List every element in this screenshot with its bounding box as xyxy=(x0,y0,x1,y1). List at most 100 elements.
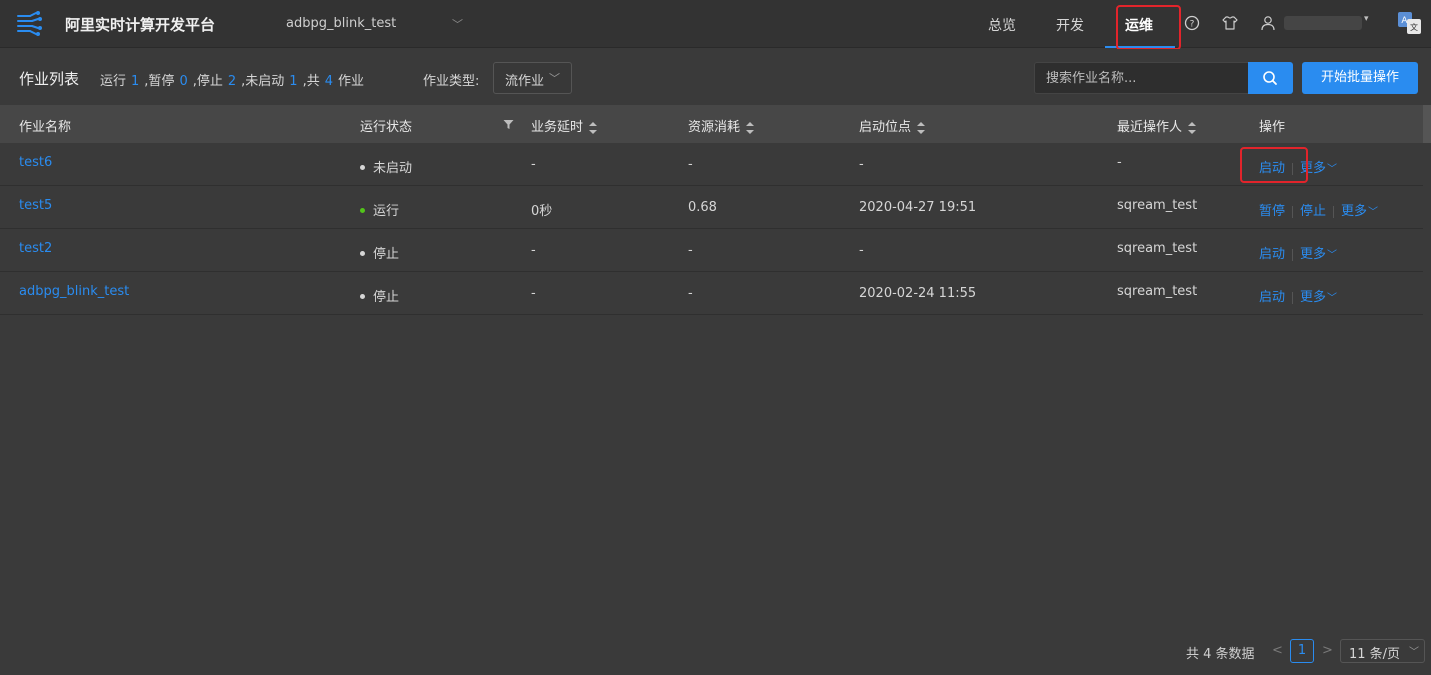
job-status: 运行 xyxy=(360,200,399,219)
more-actions-button[interactable]: 更多﹀ xyxy=(1341,204,1378,219)
job-actions: 启动 更多﹀ xyxy=(1259,286,1337,305)
job-resource: 0.68 xyxy=(688,200,717,215)
search-input[interactable] xyxy=(1034,62,1248,94)
action-divider xyxy=(1333,205,1335,218)
job-name-link[interactable]: adbpg_blink_test xyxy=(19,284,129,299)
job-type-select[interactable]: 流作业 ﹀ xyxy=(493,62,572,94)
stat-paused-label: ,暂停 xyxy=(144,74,175,89)
chevron-down-icon: ﹀ xyxy=(1327,164,1338,175)
job-status: 停止 xyxy=(360,286,399,305)
column-header-operator[interactable]: 最近操作人 xyxy=(1117,116,1197,135)
next-page-icon[interactable]: > xyxy=(1322,643,1333,658)
column-header-status: 运行状态 xyxy=(360,120,413,135)
action-divider xyxy=(1292,291,1294,304)
job-delay: 0秒 xyxy=(531,204,553,219)
pagination-total: 共 4 条数据 xyxy=(1186,647,1255,662)
more-actions-button[interactable]: 更多﹀ xyxy=(1300,290,1337,305)
start-job-button[interactable]: 启动 xyxy=(1259,247,1285,262)
stat-running-count: 1 xyxy=(131,74,140,89)
chevron-down-icon: ﹀ xyxy=(452,18,463,31)
theme-icon[interactable] xyxy=(1221,14,1239,32)
action-divider xyxy=(1292,205,1294,218)
column-header-resource[interactable]: 资源消耗 xyxy=(688,116,755,135)
chevron-down-icon: ﹀ xyxy=(1327,293,1338,304)
stop-job-button[interactable]: 停止 xyxy=(1300,204,1326,219)
project-selector[interactable]: adbpg_blink_test ﹀ xyxy=(286,16,466,31)
table-scrollbar[interactable] xyxy=(1423,105,1431,143)
job-name-link[interactable]: test2 xyxy=(19,241,52,256)
job-name-link[interactable]: test5 xyxy=(19,198,52,213)
pause-job-button[interactable]: 暂停 xyxy=(1259,204,1285,219)
stat-unit: 作业 xyxy=(337,74,364,89)
prev-page-icon[interactable]: < xyxy=(1272,643,1283,658)
status-dot xyxy=(360,208,365,213)
job-delay: - xyxy=(531,286,536,301)
page-size-select[interactable]: 11 条/页 ﹀ xyxy=(1340,639,1425,663)
chevron-down-icon: ﹀ xyxy=(1409,647,1419,658)
nav-develop[interactable]: 开发 xyxy=(1056,15,1084,35)
sort-icon[interactable] xyxy=(917,121,926,134)
filter-icon[interactable] xyxy=(503,119,514,130)
table-header: 作业名称 运行状态 业务延时 资源消耗 启动位点 最近操作人 操作 xyxy=(0,105,1423,143)
job-start-point: - xyxy=(859,157,864,172)
job-status: 停止 xyxy=(360,243,399,262)
batch-operation-button[interactable]: 开始批量操作 xyxy=(1302,62,1418,94)
user-name-redacted[interactable] xyxy=(1284,16,1362,30)
column-header-actions: 操作 xyxy=(1259,120,1286,135)
app-logo-icon[interactable] xyxy=(16,10,44,38)
job-operator: sqream_test xyxy=(1117,241,1198,256)
highlight-box-nav xyxy=(1116,5,1181,50)
job-status: 未启动 xyxy=(360,157,412,176)
table-row: test5 运行 0秒 0.68 2020-04-27 19:51 sqream… xyxy=(0,186,1423,229)
search-icon xyxy=(1263,71,1277,85)
start-job-button[interactable]: 启动 xyxy=(1259,290,1285,305)
help-icon[interactable]: ? xyxy=(1183,14,1201,32)
job-operator: sqream_test xyxy=(1117,198,1198,213)
action-divider xyxy=(1292,248,1294,261)
more-actions-button[interactable]: 更多﹀ xyxy=(1300,247,1337,262)
job-list-toolbar: 作业列表 运行 1 ,暂停 0 ,停止 2 ,未启动 1 ,共 4 作业 作业类型: 流作业 ﹀ 开… xyxy=(0,49,1431,105)
sort-icon[interactable] xyxy=(746,121,755,134)
highlight-box-start xyxy=(1240,147,1308,183)
nav-overview[interactable]: 总览 xyxy=(988,15,1016,35)
user-icon[interactable] xyxy=(1259,14,1277,32)
job-start-point: 2020-02-24 11:55 xyxy=(859,286,977,301)
sort-icon[interactable] xyxy=(589,121,598,134)
stat-not-started-count: 1 xyxy=(289,74,298,89)
search-button[interactable] xyxy=(1248,62,1293,94)
job-stats: 运行 1 ,暂停 0 ,停止 2 ,未启动 1 ,共 4 作业 xyxy=(100,70,364,89)
job-actions: 暂停 停止 更多﹀ xyxy=(1259,200,1378,219)
page-title: 作业列表 xyxy=(19,70,80,88)
job-resource: - xyxy=(688,157,693,172)
job-start-point: 2020-04-27 19:51 xyxy=(859,200,977,215)
job-delay: - xyxy=(531,243,536,258)
status-dot xyxy=(360,294,365,299)
page-size-value: 11 条/页 xyxy=(1349,647,1401,662)
stat-not-started-label: ,未启动 xyxy=(241,74,285,89)
caret-down-icon[interactable]: ▾ xyxy=(1364,14,1369,24)
column-header-start-point[interactable]: 启动位点 xyxy=(859,116,926,135)
stat-stopped-label: ,停止 xyxy=(192,74,223,89)
svg-text:A: A xyxy=(1401,16,1408,26)
job-resource: - xyxy=(688,243,693,258)
chevron-down-icon: ﹀ xyxy=(549,72,560,85)
page-number-current[interactable]: 1 xyxy=(1290,639,1314,663)
chevron-down-icon: ﹀ xyxy=(1368,207,1379,218)
svg-text:?: ? xyxy=(1190,20,1195,30)
chevron-down-icon: ﹀ xyxy=(1327,250,1338,261)
table-row: test6 未启动 - - - - 启动 更多﹀ xyxy=(0,143,1423,186)
top-bar: 阿里实时计算开发平台 adbpg_blink_test ﹀ 总览 开发 运维 ?… xyxy=(0,0,1431,50)
table-row: test2 停止 - - - sqream_test 启动 更多﹀ xyxy=(0,229,1423,272)
stat-paused-count: 0 xyxy=(179,74,188,89)
column-header-delay[interactable]: 业务延时 xyxy=(531,116,598,135)
job-operator: sqream_test xyxy=(1117,284,1198,299)
translate-icon[interactable]: A 文 xyxy=(1398,12,1422,34)
job-actions: 启动 更多﹀ xyxy=(1259,243,1337,262)
stat-total-label: ,共 xyxy=(302,74,320,89)
stat-running-label: 运行 xyxy=(100,74,127,89)
job-name-link[interactable]: test6 xyxy=(19,155,52,170)
sort-icon[interactable] xyxy=(1188,121,1197,134)
job-type-label: 作业类型: xyxy=(423,74,480,89)
project-name: adbpg_blink_test xyxy=(286,16,397,31)
svg-text:文: 文 xyxy=(1410,22,1418,32)
